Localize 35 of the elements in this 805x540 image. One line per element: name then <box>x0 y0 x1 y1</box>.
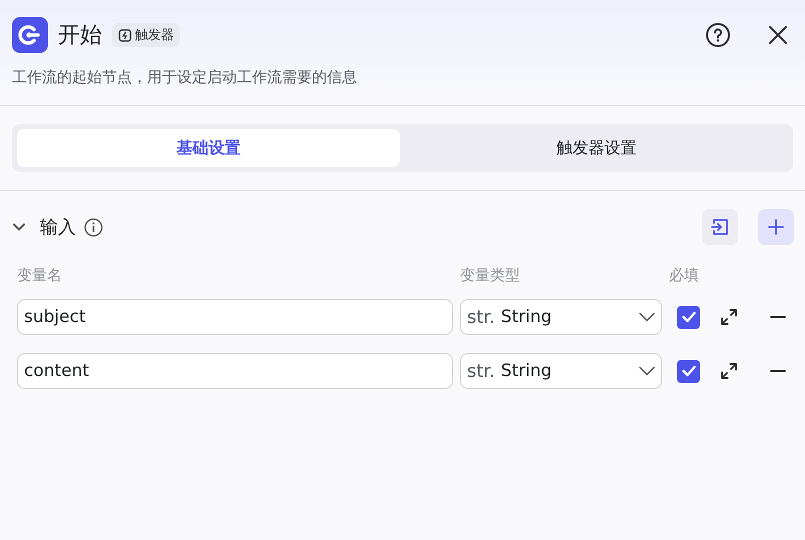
section-title: 输入 <box>40 216 76 239</box>
settings-tab[interactable]: 触发器设置 <box>405 129 788 167</box>
expand-button[interactable] <box>718 306 740 328</box>
lightning-icon <box>118 28 132 42</box>
required-checkbox[interactable] <box>677 306 700 328</box>
minus-icon <box>770 369 786 373</box>
close-icon <box>768 25 788 45</box>
minus-icon <box>770 315 786 319</box>
caret-icon <box>639 366 655 376</box>
help-button[interactable] <box>703 20 733 50</box>
node-title: 开始 <box>58 22 102 50</box>
variable-type-select[interactable]: str. String <box>460 353 662 389</box>
variable-type-select[interactable]: str. String <box>460 299 662 335</box>
column-label: 变量名 <box>17 264 63 286</box>
settings-tab[interactable]: 基础设置 <box>17 129 400 167</box>
check-icon <box>682 311 696 323</box>
node-description: 工作流的起始节点，用于设定启动工作流需要的信息 <box>12 68 358 87</box>
trigger-badge: 触发器 <box>112 23 180 47</box>
start-node-icon <box>12 17 48 53</box>
import-button[interactable] <box>702 209 738 245</box>
import-icon <box>710 217 730 237</box>
required-checkbox[interactable] <box>677 360 700 382</box>
plus-icon <box>767 218 785 236</box>
check-icon <box>682 365 696 377</box>
column-label: 变量类型 <box>460 264 521 286</box>
add-button[interactable] <box>758 209 794 245</box>
variable-name-field[interactable]: content <box>17 353 453 389</box>
help-icon <box>705 22 731 48</box>
expand-button[interactable] <box>718 360 740 382</box>
caret-icon <box>639 312 655 322</box>
column-label: 必填 <box>669 264 700 286</box>
info-icon <box>84 218 103 236</box>
expand-icon <box>720 362 738 380</box>
variable-name-field[interactable]: subject <box>17 299 453 335</box>
expand-icon <box>720 308 738 326</box>
